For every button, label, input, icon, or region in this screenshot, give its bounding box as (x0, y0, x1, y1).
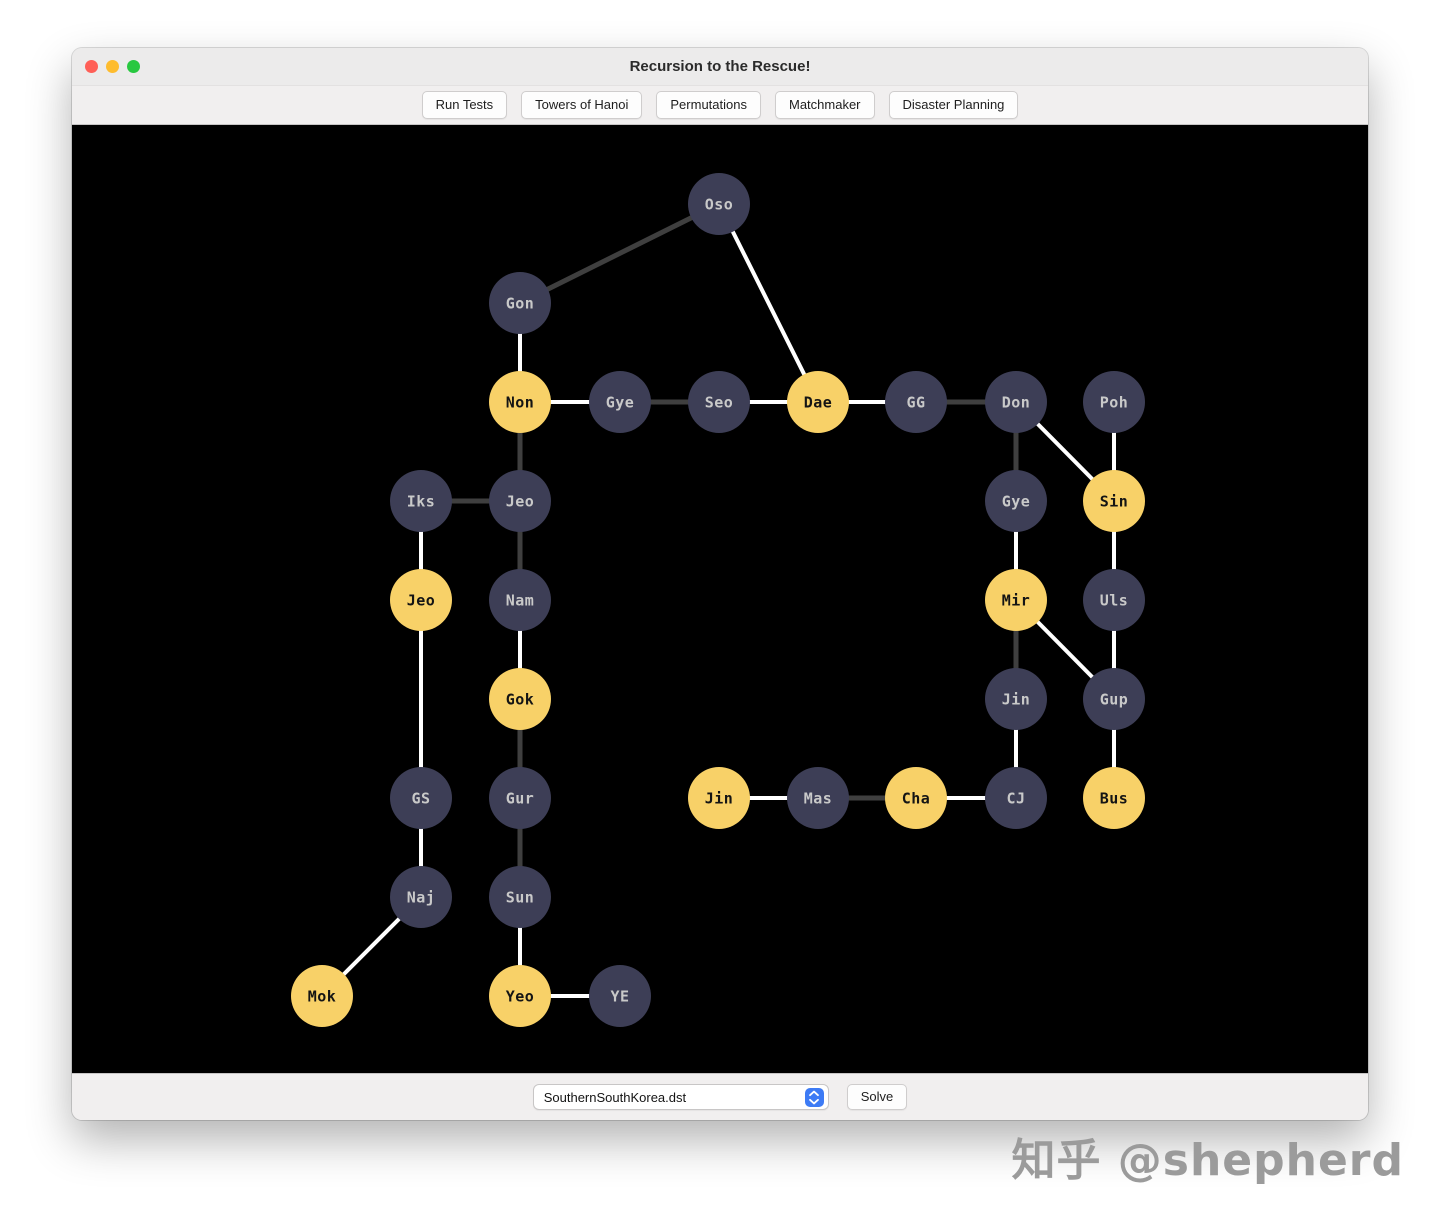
graph-node-label-jeo2: Jeo (407, 591, 436, 609)
popup-stepper-icon (804, 1087, 824, 1107)
graph-node-label-jin2: Jin (705, 789, 734, 807)
graph-node-label-sin: Sin (1100, 492, 1129, 510)
graph-node-label-jeo1: Jeo (506, 492, 535, 510)
graph-node-label-dae: Dae (804, 393, 833, 411)
graph-edge-oso-dae (717, 203, 820, 403)
graph-node-label-gup: Gup (1100, 690, 1129, 708)
graph-node-label-cj: CJ (1006, 789, 1025, 807)
minimize-button[interactable] (106, 60, 119, 73)
graph-node-label-mas: Mas (804, 789, 833, 807)
graph-node-label-gur: Gur (506, 789, 535, 807)
permutations-button[interactable]: Permutations (656, 91, 761, 119)
graph-node-label-iks: Iks (407, 492, 436, 510)
zoom-button[interactable] (127, 60, 140, 73)
run-tests-button[interactable]: Run Tests (421, 91, 508, 119)
graph-node-label-gg: GG (906, 393, 925, 411)
graph-node-label-bus: Bus (1100, 789, 1129, 807)
traffic-lights (85, 48, 140, 85)
graph-node-label-uls: Uls (1100, 591, 1129, 609)
dataset-select[interactable]: SouthernSouthKorea.dst (532, 1084, 829, 1110)
graph-node-label-gon: Gon (506, 294, 535, 312)
graph-node-label-gye1: Gye (606, 393, 635, 411)
graph-edge-oso-gon (518, 201, 721, 306)
solve-button[interactable]: Solve (846, 1084, 908, 1110)
graph-node-label-mir: Mir (1002, 591, 1031, 609)
toolbar: Run Tests Towers of Hanoi Permutations M… (72, 85, 1368, 125)
graph-node-label-naj: Naj (407, 888, 436, 906)
towers-of-hanoi-button[interactable]: Towers of Hanoi (521, 91, 643, 119)
graph-node-label-cha: Cha (902, 789, 931, 807)
graph-node-label-nam: Nam (506, 591, 535, 609)
graph-node-label-poh: Poh (1100, 393, 1129, 411)
disaster-planning-button[interactable]: Disaster Planning (888, 91, 1019, 119)
graph-node-label-non: Non (506, 393, 535, 411)
window-title: Recursion to the Rescue! (629, 58, 811, 75)
graph-node-label-ye: YE (610, 987, 629, 1005)
graph-node-label-gs: GS (411, 789, 430, 807)
graph-canvas: Oso Gon Non Gye Seo Dae GG Don Poh Iks Jeo Gye Sin Je… (72, 125, 1368, 1073)
watermark: 知乎 @shepherd (1011, 1135, 1404, 1186)
dataset-select-value: SouthernSouthKorea.dst (543, 1089, 687, 1105)
graph-node-label-seo: Seo (705, 393, 734, 411)
title-bar: Recursion to the Rescue! (72, 48, 1368, 85)
graph-node-label-don: Don (1002, 393, 1031, 411)
graph-node-label-jin1: Jin (1002, 690, 1031, 708)
close-button[interactable] (85, 60, 98, 73)
bottom-bar: SouthernSouthKorea.dst Solve (72, 1073, 1368, 1120)
graph-node-label-yeo: Yeo (506, 987, 535, 1005)
graph-node-label-oso: Oso (705, 195, 734, 213)
graph-node-label-gok: Gok (506, 690, 535, 708)
graph-node-label-mok: Mok (308, 987, 337, 1005)
graph-svg: Oso Gon Non Gye Seo Dae GG Don Poh Iks Jeo Gye Sin Je… (291, 173, 1145, 1027)
graph-node-label-sun: Sun (506, 888, 535, 906)
app-window: Recursion to the Rescue! Run Tests Tower… (72, 48, 1368, 1120)
matchmaker-button[interactable]: Matchmaker (774, 91, 875, 119)
graph-node-label-gye2: Gye (1002, 492, 1031, 510)
